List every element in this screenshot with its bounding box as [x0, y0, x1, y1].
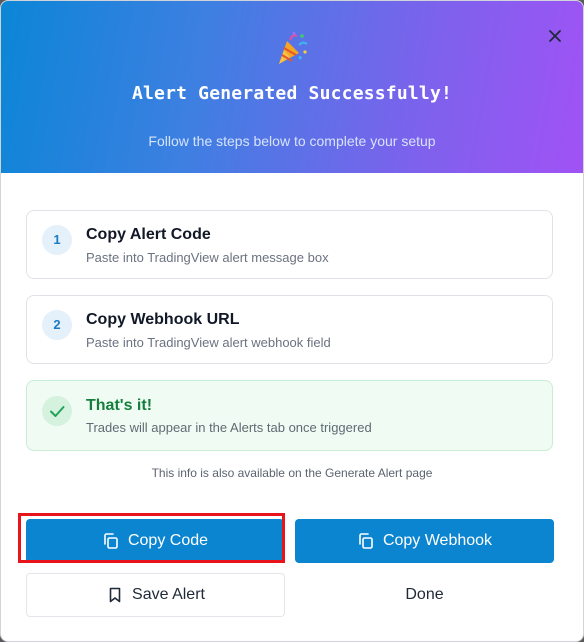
done-label: Done: [405, 586, 444, 603]
highlight-annotation: [18, 513, 285, 563]
success-description: Trades will appear in the Alerts tab onc…: [86, 420, 372, 435]
step-title: Copy Webhook URL: [86, 311, 240, 328]
copy-webhook-label: Copy Webhook: [382, 532, 493, 549]
alert-success-dialog: Alert Generated Successfully! Follow the…: [0, 0, 584, 642]
step-description: Paste into TradingView alert message box: [86, 250, 329, 265]
copy-icon: [359, 533, 373, 549]
save-alert-button[interactable]: Save Alert: [26, 573, 285, 617]
step-number: 1: [42, 225, 72, 255]
dialog-subtitle: Follow the steps below to complete your …: [148, 133, 436, 149]
dialog-title: Alert Generated Successfully!: [131, 83, 453, 104]
save-alert-label: Save Alert: [132, 586, 205, 603]
bookmark-icon: [109, 587, 121, 603]
close-icon: [549, 30, 561, 42]
done-button[interactable]: Done: [295, 573, 554, 617]
step-card-copy-alert-code: 1 Copy Alert Code Paste into TradingView…: [26, 210, 553, 279]
copy-webhook-button[interactable]: Copy Webhook: [295, 519, 554, 563]
check-icon: [42, 396, 72, 426]
info-note: This info is also available on the Gener…: [151, 466, 433, 480]
step-number: 2: [42, 310, 72, 340]
success-card: That's it! Trades will appear in the Ale…: [26, 380, 553, 451]
close-button[interactable]: [544, 25, 566, 47]
dialog-header: Alert Generated Successfully! Follow the…: [1, 1, 583, 173]
step-description: Paste into TradingView alert webhook fie…: [86, 335, 331, 350]
step-card-copy-webhook-url: 2 Copy Webhook URL Paste into TradingVie…: [26, 295, 553, 364]
party-popper-icon: [279, 32, 308, 64]
success-title: That's it!: [86, 397, 153, 414]
step-title: Copy Alert Code: [86, 226, 211, 243]
